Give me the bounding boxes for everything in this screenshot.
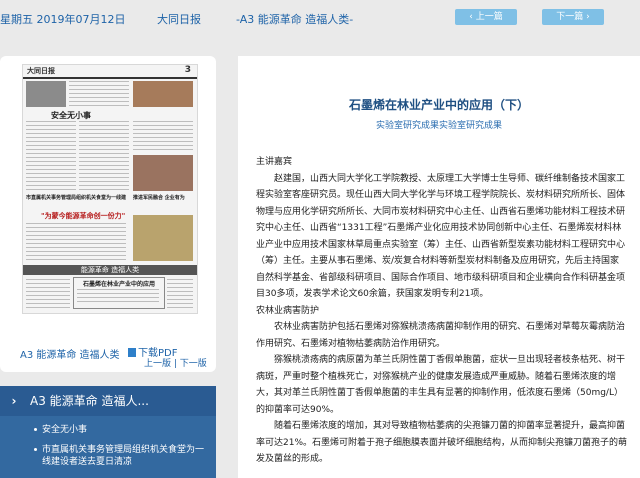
thumbnail-headline[interactable]: 推进军民融合 企业有为 — [133, 194, 185, 201]
article-subheading: 农林业病害防护 — [256, 305, 320, 316]
newspaper-logo: 大同日报 — [27, 66, 55, 75]
page-section-title: -A3 能源革命 造福人类- — [236, 13, 354, 26]
thumbnail-text-column — [167, 279, 193, 309]
page-navigation[interactable]: 上一版 | 下一版 — [144, 356, 207, 369]
thumbnail-text-column — [77, 289, 159, 305]
article-subheading: 主讲嘉宾 — [256, 157, 293, 167]
article-content: 石墨烯在林业产业中的应用（下） 实验室研究成果实验室研究成果 主讲嘉宾赵建国，山… — [238, 56, 640, 478]
thumbnail-text-column — [26, 279, 70, 309]
article-subtitle: 实验室研究成果实验室研究成果 — [375, 121, 502, 131]
thumbnail-headline[interactable]: 安全无小事 — [51, 110, 91, 121]
thumbnail-headline[interactable]: 市直属机关事务管理局组织机关食堂为一线建设者送去夏日清凉 — [26, 194, 126, 201]
thumbnail-headline[interactable]: 石墨烯在林业产业中的应用 — [83, 279, 155, 288]
next-article-button[interactable]: 下一篇 › — [542, 9, 604, 25]
article-paragraph: 赵建国，山西大同大学化工学院教授、太原理工大学博士生导师、碳纤维制备技术国家工程… — [256, 173, 626, 300]
thumbnail-page-number: 3 — [184, 65, 191, 75]
section-article-item[interactable]: 市直属机关事务管理局组织机关食堂为一线建设者送去夏日清凉 — [0, 440, 216, 472]
article-paragraph: 农林业病害防护包括石墨烯对猕猴桃溃疡病菌抑制作用的研究、石墨烯对草莓灰霉病防治作… — [256, 322, 626, 349]
article-title: 石墨烯在林业产业中的应用（下） — [348, 98, 529, 112]
article-paragraph: 随着石墨烯浓度的增加，其对导致植物枯萎病的尖孢镰刀菌的抑菌率显著提升，最高抑菌率… — [256, 421, 628, 464]
article-body: 主讲嘉宾赵建国，山西大同大学化工学院教授、太原理工大学博士生导师、碳纤维制备技术… — [256, 154, 628, 468]
thumbnail-photo — [26, 81, 66, 107]
chevron-right-icon: › — [583, 12, 590, 22]
page-preview-panel: 大同日报 3 安全无小事 市直属机关事务管理局组织机关食堂为一线建设者送去夏日清… — [0, 56, 216, 372]
newspaper-name[interactable]: 大同日报 — [157, 11, 201, 27]
top-bar: 星期五 2019年07月12日 大同日报 -A3 能源革命 造福人类- ‹ 上一… — [0, 0, 640, 36]
section-article-item[interactable]: 安全无小事 — [0, 420, 216, 440]
section-heading[interactable]: › A3 能源革命 造福人... — [0, 386, 216, 416]
section-article-title: 安全无小事 — [42, 425, 88, 435]
section-heading-label: A3 能源革命 造福人... — [30, 394, 149, 408]
thumbnail-text-column — [69, 81, 129, 107]
pdf-icon — [128, 348, 136, 357]
thumbnail-banner: 能源革命 造福人类 — [23, 265, 197, 275]
chevron-right-icon: › — [11, 394, 17, 408]
bullet-icon — [34, 448, 37, 451]
article-paragraph: 猕猴桃溃疡病的病原菌为革兰氏阴性菌丁香假单胞菌，症状一旦出现轻者枝条枯死、树干病… — [256, 355, 626, 415]
next-article-label: 下一篇 — [556, 12, 584, 22]
thumbnail-text-column — [79, 121, 129, 191]
thumbnail-headline[interactable]: "为蒙今能源革命创一份力" — [41, 211, 125, 221]
thumbnail-masthead: 大同日报 3 — [23, 65, 197, 79]
section-article-list: › A3 能源革命 造福人... 安全无小事 市直属机关事务管理局组织机关食堂为一… — [0, 386, 216, 478]
thumbnail-photo — [133, 81, 193, 107]
prev-article-label: 上一篇 — [475, 12, 503, 22]
thumbnail-photo — [133, 155, 193, 191]
issue-date: 星期五 2019年07月12日 — [0, 13, 126, 26]
page-name-link[interactable]: A3 能源革命 造福人类 — [20, 346, 120, 361]
thumbnail-photo — [133, 215, 193, 261]
thumbnail-text-column — [26, 223, 126, 261]
page-thumbnail[interactable]: 大同日报 3 安全无小事 市直属机关事务管理局组织机关食堂为一线建设者送去夏日清… — [22, 64, 198, 314]
thumbnail-text-column — [26, 121, 76, 191]
bullet-icon — [34, 428, 37, 431]
section-article-title: 市直属机关事务管理局组织机关食堂为一线建设者送去夏日清凉 — [42, 445, 205, 467]
prev-article-button[interactable]: ‹ 上一篇 — [455, 9, 517, 25]
thumbnail-text-column — [133, 121, 193, 151]
